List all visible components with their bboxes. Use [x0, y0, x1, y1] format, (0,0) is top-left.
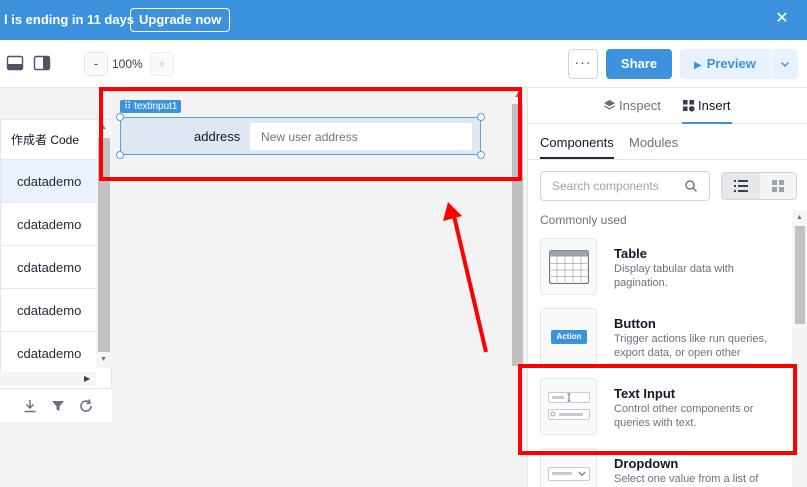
table-row[interactable]: cdatademo — [0, 203, 96, 246]
tab-insert[interactable]: Insert — [682, 98, 731, 113]
chevron-down-icon — [780, 61, 790, 68]
component-name: Button — [614, 316, 656, 331]
more-options-button[interactable]: ··· — [568, 49, 598, 79]
list-view-button[interactable] — [722, 173, 760, 199]
component-item-table[interactable]: Table Display tabular data with paginati… — [528, 238, 792, 300]
scroll-down-arrow-icon[interactable]: ▼ — [100, 356, 107, 363]
play-icon: ▶ — [694, 60, 702, 71]
share-button[interactable]: Share — [606, 49, 672, 79]
table-footer — [0, 388, 112, 422]
subtab-modules[interactable]: Modules — [629, 135, 678, 150]
button-icon: Action — [540, 308, 597, 365]
view-mode-toggle — [721, 172, 797, 200]
search-icon — [685, 180, 697, 192]
annotation-highlight-canvas-component — [99, 87, 522, 181]
refresh-icon[interactable] — [78, 398, 94, 414]
layers-icon — [603, 99, 616, 110]
button-preview-badge: Action — [551, 330, 587, 344]
scrollbar-thumb[interactable] — [795, 226, 805, 324]
component-name: Table — [614, 246, 647, 261]
table-toolbar-strip — [0, 88, 112, 120]
component-item-button[interactable]: Action Button Trigger actions like run q… — [528, 308, 792, 370]
editor-toolbar: - 100% + ··· Share ▶ Preview — [0, 40, 807, 88]
panel-tabs: Inspect Insert — [528, 88, 807, 124]
trial-banner: l is ending in 11 days Upgrade now ✕ — [0, 0, 807, 40]
table-row[interactable]: cdatademo — [0, 289, 96, 332]
table-row[interactable]: cdatademo — [0, 160, 96, 203]
close-icon[interactable]: ✕ — [774, 11, 790, 27]
list-icon — [734, 180, 748, 192]
trial-banner-text: l is ending in 11 days — [4, 12, 135, 27]
scroll-right-arrow-icon[interactable]: ▶ — [84, 374, 90, 383]
table-row[interactable]: cdatademo — [0, 332, 96, 375]
zoom-level: 100% — [112, 57, 143, 71]
component-name: Dropdown — [614, 456, 679, 471]
insert-subtabs: Components Modules — [528, 124, 807, 160]
upgrade-now-button[interactable]: Upgrade now — [130, 8, 231, 32]
layout-right-panel-icon[interactable] — [33, 54, 51, 72]
download-icon[interactable] — [22, 398, 38, 414]
scroll-up-arrow-icon[interactable]: ▲ — [796, 214, 803, 221]
preview-button[interactable]: ▶ Preview — [680, 49, 771, 79]
table-horizontal-scrollbar[interactable]: ▶ — [0, 372, 96, 386]
zoom-out-button[interactable]: - — [84, 52, 108, 76]
preview-dropdown-button[interactable] — [772, 49, 798, 79]
table-row[interactable]: cdatademo — [0, 246, 96, 289]
annotation-highlight-text-input — [518, 364, 797, 455]
layout-bottom-panel-icon[interactable] — [6, 54, 24, 72]
component-description: Display tabular data with pagination. — [614, 263, 734, 289]
table-icon — [540, 238, 597, 295]
filter-icon[interactable] — [50, 398, 66, 414]
zoom-in-button[interactable]: + — [150, 52, 174, 76]
active-subtab-indicator — [540, 157, 614, 159]
grid-icon — [772, 180, 784, 192]
preview-label: Preview — [706, 56, 756, 71]
component-description: Select one value from a list of — [614, 473, 759, 485]
data-table-panel: 作成者 Code cdatademo cdatademo cdatademo c… — [0, 88, 112, 422]
tab-insert-label: Insert — [698, 98, 731, 113]
subtab-components[interactable]: Components — [540, 135, 614, 150]
tab-inspect[interactable]: Inspect — [603, 98, 661, 113]
table-column-header[interactable]: 作成者 Code — [0, 120, 96, 160]
insert-component-icon — [682, 99, 695, 112]
component-description: Trigger actions like run queries, export… — [614, 333, 768, 359]
section-title-commonly-used: Commonly used — [540, 213, 627, 227]
grid-view-button[interactable] — [760, 173, 796, 199]
annotation-arrow-icon — [443, 202, 488, 353]
tab-inspect-label: Inspect — [619, 98, 661, 113]
